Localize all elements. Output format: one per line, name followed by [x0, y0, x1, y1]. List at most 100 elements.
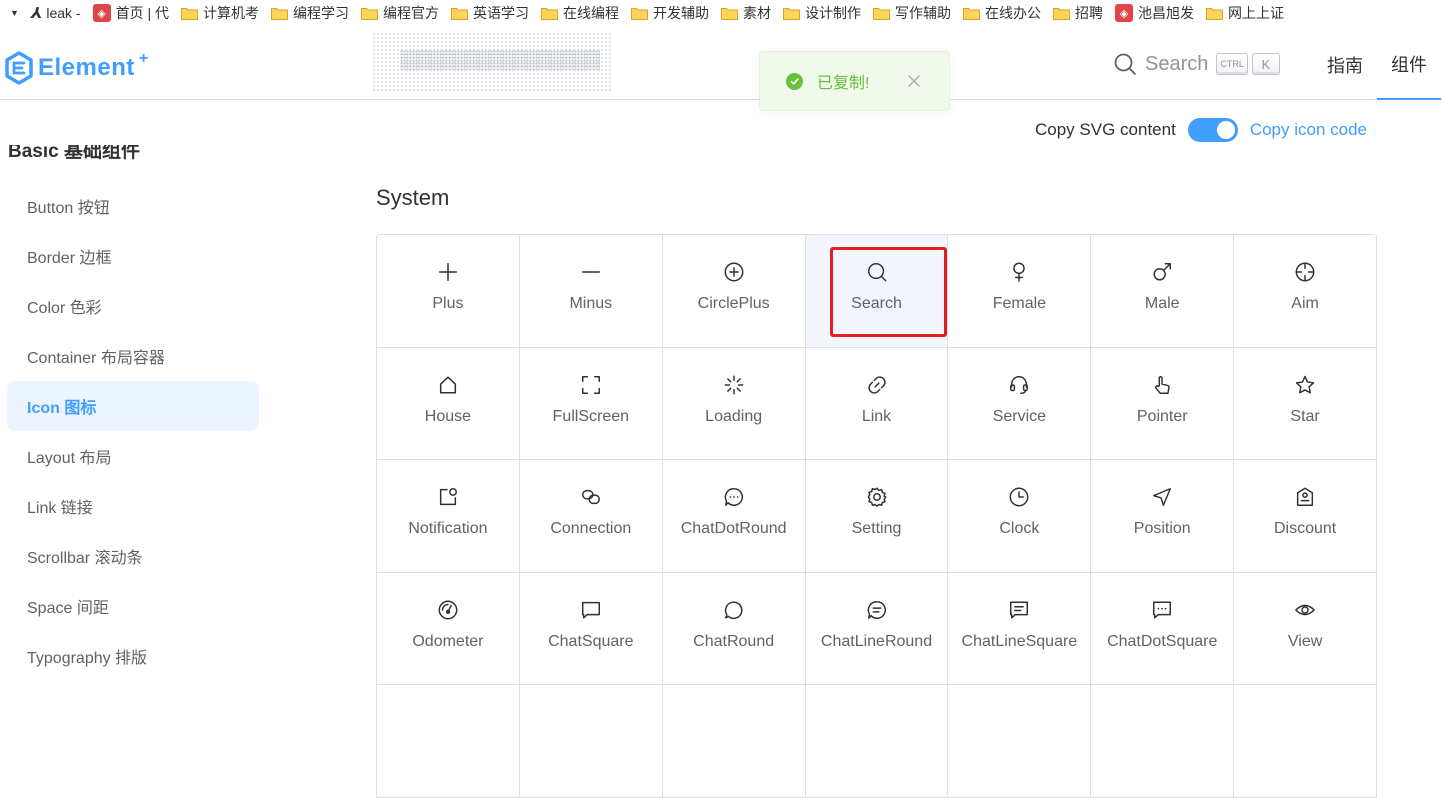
bookmark-item[interactable]: ◈ 池昌旭发 [1111, 0, 1202, 26]
icon-cell[interactable] [948, 685, 1092, 798]
icon-cell[interactable]: ChatSquare [519, 572, 663, 685]
bookmark-label: 英语学习 [472, 5, 529, 21]
icon-cell[interactable]: FullScreen [519, 347, 663, 460]
sidebar-item[interactable]: Color 色彩 [7, 281, 259, 331]
sidebar-item[interactable]: Container 布局容器 [7, 331, 259, 381]
icon-name: Loading [705, 407, 763, 425]
bookmark-label: 计算机考 [202, 5, 259, 21]
bookmark-item[interactable]: 计算机考 [177, 0, 267, 26]
icon-name: Service [992, 407, 1047, 425]
icon-cell[interactable]: Male [1091, 235, 1235, 348]
icon-name: Position [1133, 520, 1191, 537]
sidebar-group-title: Basic 基础组件 [8, 145, 140, 162]
icon-name: ChatLineRound [820, 632, 933, 650]
sidebar-item[interactable]: Border 边框 [7, 231, 259, 281]
bookmark-label: 在线编程 [562, 5, 619, 21]
icon-cell[interactable]: Link [805, 347, 949, 460]
icon-cell[interactable]: ChatDotSquare [1091, 572, 1235, 685]
sidebar-item[interactable]: Scrollbar 滚动条 [7, 531, 259, 581]
icon-cell[interactable]: CirclePlus [662, 235, 806, 348]
sidebar-item[interactable]: Link 链接 [7, 481, 259, 531]
bookmark-item[interactable]: 网上上证 [1202, 0, 1292, 26]
icon-cell[interactable]: Star [1234, 347, 1378, 460]
position-icon [1150, 485, 1174, 509]
icon-cell[interactable]: Aim [1234, 235, 1378, 348]
chat-square-icon [579, 598, 603, 622]
sidebar-item[interactable]: Icon 图标 [7, 381, 259, 431]
bookmark-item[interactable]: 开发辅助 [627, 0, 717, 26]
selection-highlight [829, 247, 947, 337]
success-check-icon [786, 72, 803, 90]
service-icon [1007, 373, 1031, 397]
icon-cell[interactable] [1091, 685, 1235, 798]
bookmark-item[interactable]: 写作辅助 [869, 0, 959, 26]
bookmark-item[interactable]: 素材 [717, 0, 779, 26]
icon-cell[interactable]: ChatDotRound [662, 460, 806, 573]
bookmark-item[interactable]: 招聘 [1049, 0, 1111, 26]
close-icon[interactable] [907, 74, 921, 88]
nav-guide[interactable]: 指南 [1313, 30, 1377, 100]
icon-cell[interactable]: Loading [662, 347, 806, 460]
female-icon [1007, 260, 1031, 284]
kbd-k: K [1251, 53, 1280, 75]
icon-cell[interactable] [377, 685, 520, 798]
icon-cell[interactable]: Plus [377, 235, 520, 348]
icon-cell[interactable] [662, 685, 806, 798]
icon-cell[interactable] [1234, 685, 1378, 798]
icon-cell[interactable]: Position [1091, 460, 1235, 573]
sidebar-item[interactable]: Typography 排版 [7, 631, 259, 681]
bookmark-label: 编程官方 [382, 5, 439, 21]
chat-line-square-icon [1007, 598, 1031, 622]
icon-cell[interactable]: Odometer [377, 572, 520, 685]
plus-icon [436, 260, 460, 284]
search-trigger[interactable]: Search CTRL K [1113, 52, 1280, 76]
caret-down-icon[interactable]: ▼ [10, 8, 19, 18]
nav-components[interactable]: 组件 [1377, 30, 1441, 100]
icon-cell[interactable]: ChatLineSquare [948, 572, 1092, 685]
icon-cell[interactable]: Discount [1234, 460, 1378, 573]
icon-cell[interactable]: ChatRound [662, 572, 806, 685]
bookmark-item[interactable]: 在线编程 [537, 0, 627, 26]
site-header: Element + Search CTRL K 指南 组件 [0, 30, 1442, 100]
bookmark-label: 池昌旭发 [1137, 5, 1194, 21]
icon-cell[interactable]: House [377, 347, 520, 460]
copy-code-label[interactable]: Copy icon code [1250, 120, 1367, 140]
icon-cell[interactable]: Clock [948, 460, 1092, 573]
sidebar-item[interactable]: Space 间距 [7, 581, 259, 631]
bookmark-leak[interactable]: ▼ ⅄ leak - [0, 0, 89, 26]
icon-name: ChatDotRound [680, 520, 787, 537]
bookmark-item[interactable]: ◈ 首页 | 代 [89, 0, 177, 26]
folder-icon [720, 7, 738, 20]
icon-cell[interactable]: Connection [519, 460, 663, 573]
sidebar-item[interactable]: Layout 布局 [7, 431, 259, 481]
copy-mode-switch[interactable] [1187, 118, 1238, 142]
element-hexagon-icon [5, 51, 33, 85]
sidebar-item[interactable]: Button 按钮 [7, 181, 259, 231]
logo-plus: + [138, 50, 149, 67]
bookmark-item[interactable]: 设计制作 [779, 0, 869, 26]
icon-cell[interactable]: Notification [377, 460, 520, 573]
icon-cell[interactable]: Service [948, 347, 1092, 460]
icon-cell[interactable]: Pointer [1091, 347, 1235, 460]
icon-cell[interactable]: Female [948, 235, 1092, 348]
circle-plus-icon [722, 260, 746, 284]
icon-cell[interactable]: View [1234, 572, 1378, 685]
discount-icon [1293, 485, 1317, 509]
icon-cell[interactable] [805, 685, 949, 798]
icon-cell[interactable]: Minus [519, 235, 663, 348]
icon-cell[interactable]: Search [805, 235, 949, 348]
bookmark-item[interactable]: 英语学习 [447, 0, 537, 26]
icon-name: Setting [851, 520, 902, 537]
icon-name: Male [1144, 295, 1180, 312]
icon-cell[interactable]: ChatLineRound [805, 572, 949, 685]
element-logo[interactable]: Element + [4, 50, 149, 85]
bookmark-item[interactable]: 编程学习 [267, 0, 357, 26]
icon-cell[interactable]: Setting [805, 460, 949, 573]
link-icon [865, 373, 889, 397]
copy-svg-label[interactable]: Copy SVG content [1035, 120, 1176, 140]
bookmark-label: 素材 [742, 5, 771, 21]
bookmark-item[interactable]: 编程官方 [357, 0, 447, 26]
bookmark-item[interactable]: 在线办公 [959, 0, 1049, 26]
icon-cell[interactable] [519, 685, 663, 798]
icon-name: View [1287, 632, 1323, 650]
